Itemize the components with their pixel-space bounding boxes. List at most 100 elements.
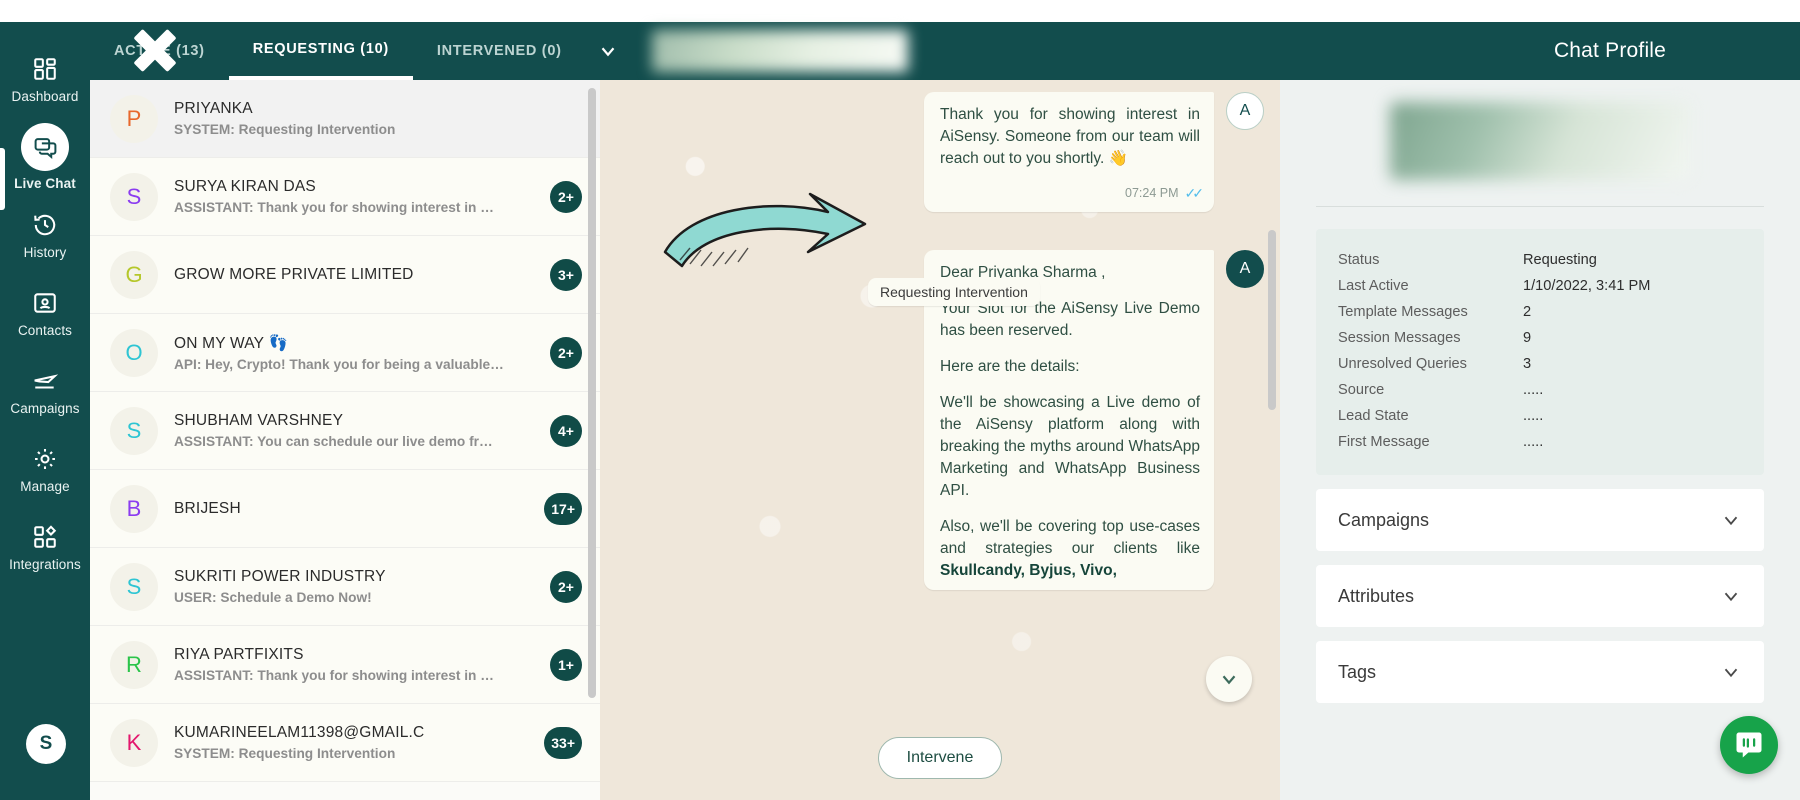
avatar-initial: S [126,417,142,443]
unread-badge: 17+ [544,492,582,525]
profile-details-card: Status Requesting Last Active 1/10/2022,… [1316,229,1764,475]
intercom-messenger-button[interactable] [1720,716,1778,774]
contact-name: ON MY WAY 👣 [174,334,288,352]
message-usecases-text: Also, we'll be covering top use-cases an… [940,517,1200,557]
detail-value: 1/10/2022, 3:41 PM [1523,278,1651,294]
avatar: R [110,640,158,689]
conversation-scrollbar[interactable] [1268,230,1276,410]
grid-icon [28,54,62,84]
contact-name: SHUBHAM VARSHNEY [174,412,344,429]
detail-row-session-messages: Session Messages 9 [1338,325,1742,351]
detail-value: Requesting [1523,252,1597,268]
search-input[interactable] [651,30,908,72]
accordion-tags[interactable]: Tags [1316,641,1764,703]
accordion-attributes[interactable]: Attributes [1316,565,1764,627]
list-item[interactable]: R RIYA PARTFIXITS ASSISTANT: Thank you f… [90,626,600,704]
detail-key: First Message [1338,434,1430,450]
list-item-text: KUMARINEELAM11398@GMAIL.C SYSTEM: Reques… [174,724,544,761]
conversation-pane: Thank you for showing interest in AiSens… [600,80,1280,800]
unread-badge: 1+ [550,648,582,681]
unread-badge: 33+ [544,726,582,759]
accordion-campaigns[interactable]: Campaigns [1316,489,1764,551]
detail-row-unresolved-queries: Unresolved Queries 3 [1338,351,1742,377]
unread-badge: 3+ [550,258,582,291]
detail-key: Last Active [1338,278,1409,294]
list-item-text: SURYA KIRAN DAS ASSISTANT: Thank you for… [174,178,550,215]
detail-value: ..... [1523,434,1544,450]
tab-active[interactable]: ACTIVE (13) [90,22,229,80]
intercom-messenger-icon [1736,732,1762,758]
list-item[interactable]: S SHUBHAM VARSHNEY ASSISTANT: You can sc… [90,392,600,470]
message-preview: SYSTEM: Requesting Intervention [174,746,396,761]
contact-name: PRIYANKA [174,100,253,117]
avatar: B [110,484,158,533]
sidebar-item-live-chat[interactable]: Live Chat [0,118,90,196]
list-item[interactable]: K KUMARINEELAM11398@GMAIL.C SYSTEM: Requ… [90,704,600,782]
message-time: 07:24 PM [1125,186,1179,201]
tabs-chevron-down-icon[interactable] [586,22,630,80]
tab-requesting[interactable]: REQUESTING (10) [228,22,413,80]
list-item-text: SUKRITI POWER INDUSTRY USER: Schedule a … [174,568,550,605]
top-white-strip [0,0,1800,22]
detail-key: Template Messages [1338,304,1468,320]
detail-key: Source [1338,382,1385,398]
user-avatar[interactable]: S [26,724,66,764]
message-preview: ASSISTANT: Thank you for showing interes… [174,668,494,683]
message-preview: API: Hey, Crypto! Thank you for being a … [174,356,504,372]
sidebar-label-history: History [23,245,67,260]
chevron-down-icon [1724,516,1738,526]
intervene-button[interactable]: Intervene [877,737,1003,779]
sidebar-label-integrations: Integrations [9,557,81,572]
delivery-ticks-icon: ✓✓ [1184,185,1205,201]
profile-header-image [1390,102,1690,180]
list-item[interactable]: P PRIYANKA SYSTEM: Requesting Interventi… [90,80,600,158]
avatar-initial: R [126,651,142,677]
sidebar-item-campaigns[interactable]: Campaigns [0,352,90,430]
sidebar-item-history[interactable]: History [0,196,90,274]
sidebar-item-manage[interactable]: Manage [0,430,90,508]
detail-row-last-active: Last Active 1/10/2022, 3:41 PM [1338,273,1742,299]
avatar-initial: S [126,573,142,599]
left-sidebar: Dashboard Live Chat History Contacts Cam [0,22,90,800]
message-brand-list: Skullcandy, Byjus, Vivo, [940,561,1117,579]
sidebar-item-integrations[interactable]: Integrations [0,508,90,586]
list-item[interactable]: S SURYA KIRAN DAS ASSISTANT: Thank you f… [90,158,600,236]
detail-value: 3 [1523,356,1532,372]
detail-row-template-messages: Template Messages 2 [1338,299,1742,325]
chat-list-scrollbar[interactable] [588,88,596,698]
avatar-initial: G [125,261,143,287]
conversation-footer: Intervene [600,716,1280,800]
list-item[interactable]: O ON MY WAY 👣 API: Hey, Crypto! Thank yo… [90,314,600,392]
app-root: Dashboard Live Chat History Contacts Cam [0,0,1800,800]
sidebar-item-contacts[interactable]: Contacts [0,274,90,352]
avatar: O [110,328,158,377]
message-text: Thank you for showing interest in AiSens… [940,106,1200,167]
avatar-initial: B [126,495,142,521]
detail-key: Unresolved Queries [1338,356,1467,372]
list-item-text: BRIJESH [174,500,544,518]
contact-name: KUMARINEELAM11398@GMAIL.C [174,724,425,741]
accordion-label: Attributes [1338,585,1415,606]
unread-badge: 2+ [550,336,582,369]
sidebar-item-dashboard[interactable]: Dashboard [0,40,90,118]
detail-key: Status [1338,252,1380,268]
list-item[interactable]: G GROW MORE PRIVATE LIMITED 3+ [90,236,600,314]
detail-row-source: Source ..... [1338,377,1742,403]
detail-value: ..... [1523,382,1544,398]
avatar-initial: S [126,183,142,209]
avatar: G [110,250,158,299]
detail-value: 2 [1523,304,1532,320]
sidebar-label-manage: Manage [20,479,70,494]
scroll-to-bottom-button[interactable] [1206,656,1252,702]
plane-icon [28,366,62,396]
chevron-down-icon [1724,592,1738,602]
integrations-icon [28,522,62,552]
avatar-initial: P [126,105,142,131]
tab-intervened[interactable]: INTERVENED (0) [413,22,586,80]
list-item-text: ON MY WAY 👣 API: Hey, Crypto! Thank you … [174,334,550,372]
avatar: S [110,172,158,221]
list-item[interactable]: B BRIJESH 17+ [90,470,600,548]
list-item[interactable]: S SUKRITI POWER INDUSTRY USER: Schedule … [90,548,600,626]
sidebar-label-dashboard: Dashboard [11,89,79,104]
conversation-tabs: ACTIVE (13) REQUESTING (10) INTERVENED (… [90,22,586,80]
